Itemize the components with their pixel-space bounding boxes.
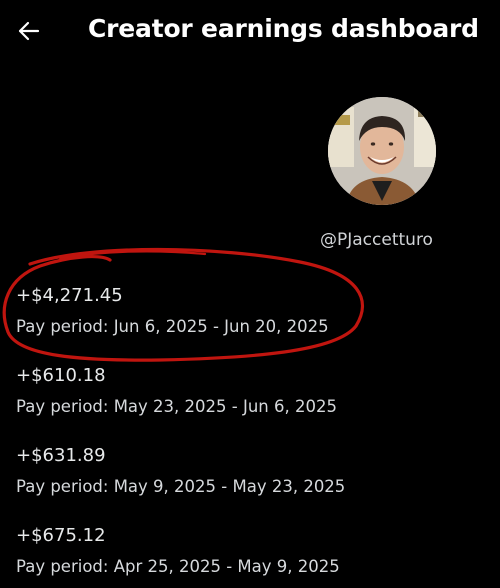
payout-list: +$4,271.45 Pay period: Jun 6, 2025 - Jun… (0, 0, 500, 588)
payout-period: Pay period: Jun 6, 2025 - Jun 20, 2025 (16, 317, 329, 336)
payout-amount: +$675.12 (16, 525, 106, 546)
payout-amount: +$610.18 (16, 365, 106, 386)
payout-amount: +$631.89 (16, 445, 106, 466)
payout-item: +$4,271.45 Pay period: Jun 6, 2025 - Jun… (16, 285, 476, 338)
payout-amount: +$4,271.45 (16, 285, 123, 306)
payout-period: Pay period: Apr 25, 2025 - May 9, 2025 (16, 557, 340, 576)
payout-item: +$610.18 Pay period: May 23, 2025 - Jun … (16, 365, 476, 418)
payout-item: +$675.12 Pay period: Apr 25, 2025 - May … (16, 525, 476, 578)
payout-period: Pay period: May 23, 2025 - Jun 6, 2025 (16, 397, 337, 416)
payout-item: +$631.89 Pay period: May 9, 2025 - May 2… (16, 445, 476, 498)
payout-period: Pay period: May 9, 2025 - May 23, 2025 (16, 477, 346, 496)
